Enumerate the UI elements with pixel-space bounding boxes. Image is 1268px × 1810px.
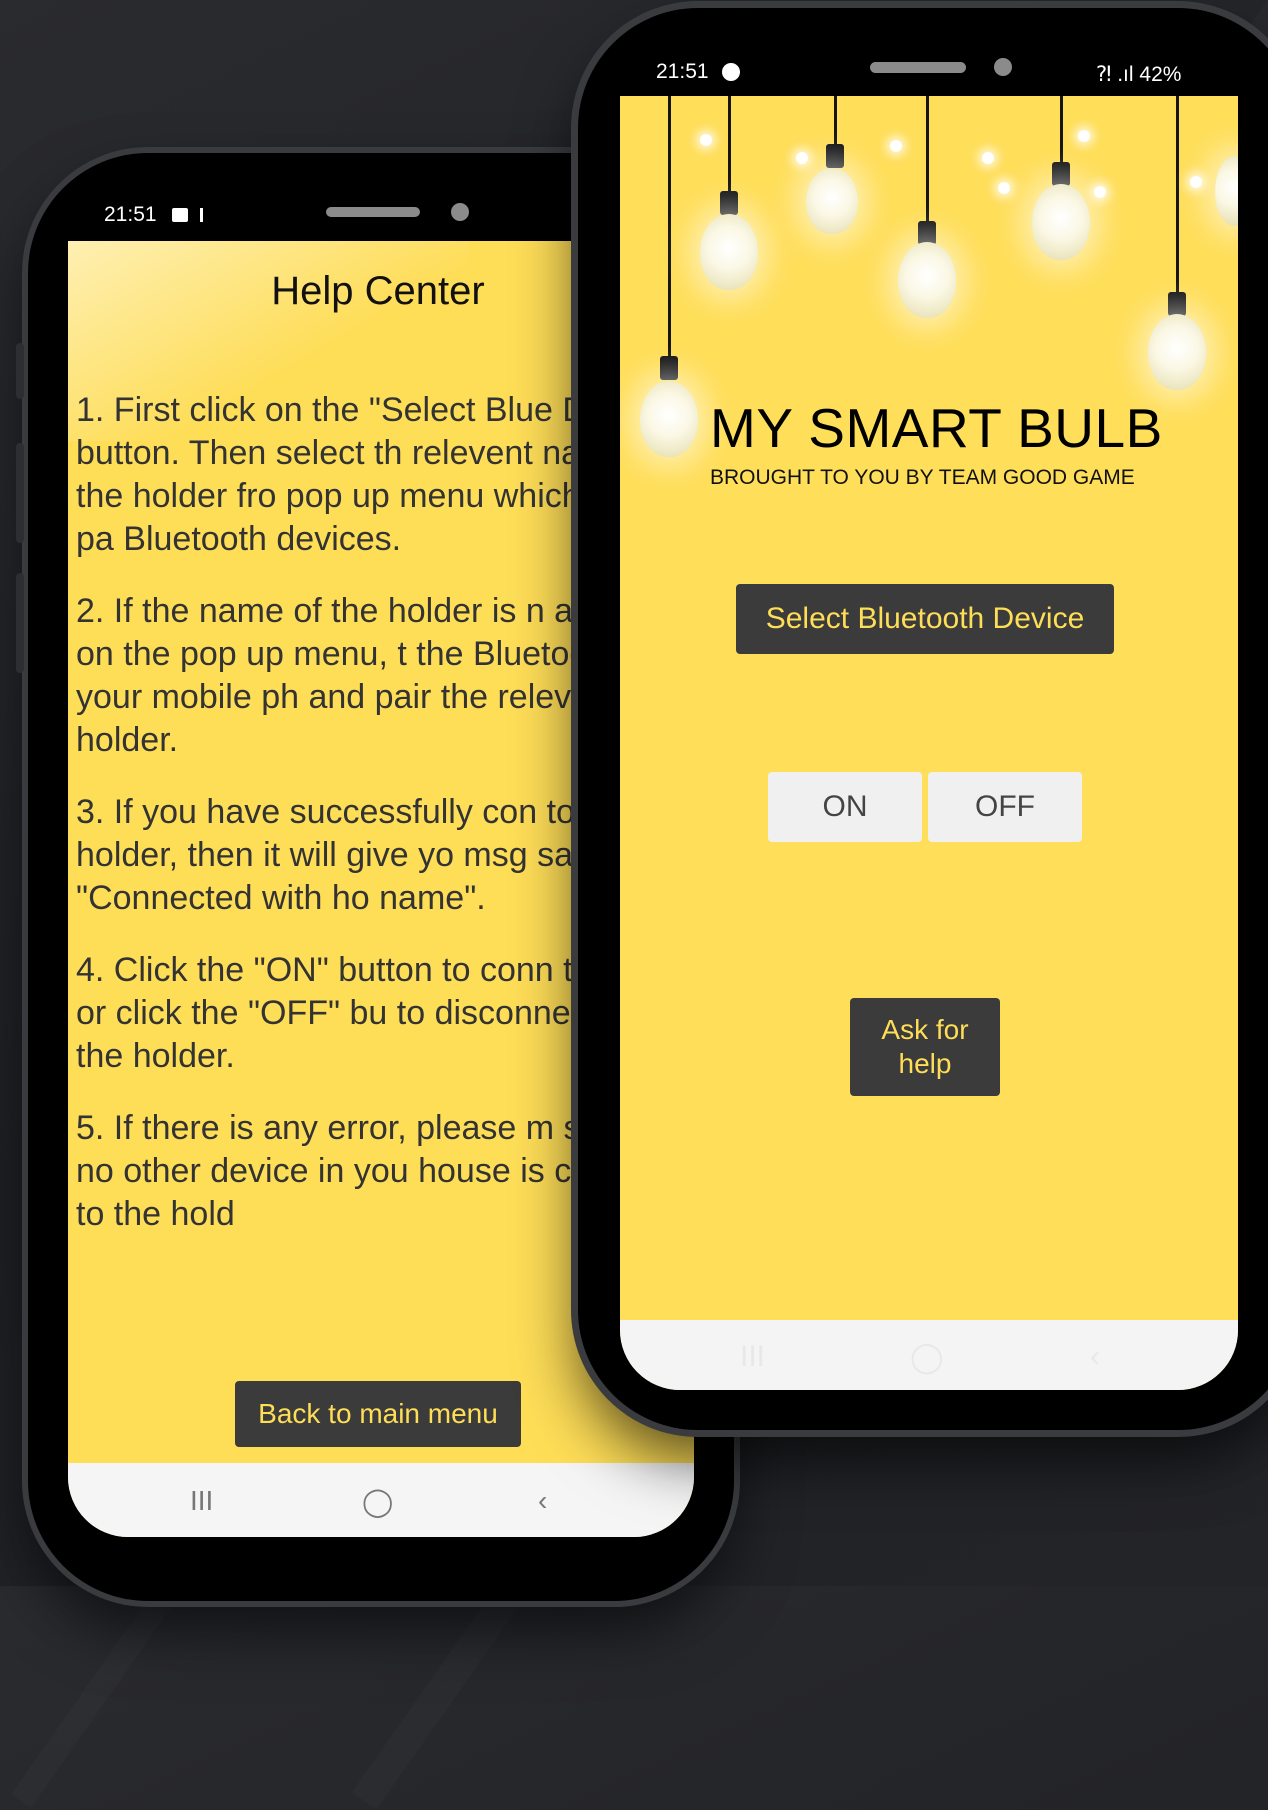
string-light-dot (1094, 186, 1106, 198)
navigation-bar: III ◯ ‹ (620, 1320, 1238, 1390)
status-bar: 21:51 (656, 60, 741, 84)
app-title: MY SMART BULB (710, 397, 1163, 459)
on-button[interactable]: ON (768, 772, 922, 842)
whatsapp-icon (722, 63, 741, 82)
string-light-dot (700, 134, 712, 146)
back-icon[interactable]: ‹ (538, 1485, 547, 1517)
string-light-dot (890, 140, 902, 152)
notification-icon (200, 208, 211, 223)
recents-icon[interactable]: III (190, 1485, 213, 1517)
string-light-dot (998, 182, 1010, 194)
front-camera (994, 58, 1012, 76)
bulb-icon (700, 214, 758, 290)
ask-for-help-button[interactable]: Ask for help (850, 998, 1000, 1096)
side-button (16, 343, 24, 399)
bulb-icon (806, 168, 858, 234)
bulb-socket (1052, 162, 1070, 186)
bulb-wire (1176, 96, 1179, 296)
status-bar: 21:51 (104, 203, 211, 227)
side-button (16, 443, 24, 543)
gallery-icon (172, 208, 189, 223)
bulb-icon (1148, 314, 1206, 390)
bulb-socket (826, 144, 844, 168)
bulb-socket (720, 191, 738, 215)
main-phone-frame: 21:51 ⁈ .ıl 42% MY SMART BULB BROUGHT TO… (578, 8, 1268, 1430)
bulb-socket (1168, 292, 1186, 316)
bulb-wire (926, 96, 929, 226)
off-button[interactable]: OFF (928, 772, 1082, 842)
bulb-wire (728, 96, 731, 196)
bulb-icon (1215, 156, 1238, 226)
back-to-main-menu-button[interactable]: Back to main menu (235, 1381, 521, 1447)
navigation-bar: III ◯ ‹ (68, 1463, 694, 1537)
front-camera (451, 203, 469, 221)
app-subtitle: BROUGHT TO YOU BY TEAM GOOD GAME (710, 466, 1135, 489)
earpiece-speaker (326, 207, 420, 217)
bulb-wire (834, 96, 837, 146)
bulb-wire (668, 96, 671, 361)
status-time: 21:51 (104, 203, 157, 226)
string-light-dot (1078, 130, 1090, 142)
bulb-socket (660, 356, 678, 380)
home-icon[interactable]: ◯ (362, 1485, 393, 1518)
select-bluetooth-device-button[interactable]: Select Bluetooth Device (736, 584, 1114, 654)
signal-battery-indicator: ⁈ .ıl 42% (1096, 63, 1182, 86)
bulb-icon (640, 381, 698, 457)
side-button (16, 573, 24, 673)
bulb-icon (1032, 184, 1090, 260)
bulb-icon (898, 242, 956, 318)
earpiece-speaker (870, 62, 966, 73)
string-light-dot (1190, 176, 1202, 188)
status-time: 21:51 (656, 60, 709, 83)
string-light-dot (982, 152, 994, 164)
main-screen: MY SMART BULB BROUGHT TO YOU BY TEAM GOO… (620, 96, 1238, 1390)
bulb-wire (1060, 96, 1063, 166)
recents-icon[interactable]: III (740, 1340, 765, 1374)
back-icon[interactable]: ‹ (1090, 1340, 1100, 1374)
string-light-dot (796, 152, 808, 164)
home-icon[interactable]: ◯ (910, 1340, 944, 1375)
